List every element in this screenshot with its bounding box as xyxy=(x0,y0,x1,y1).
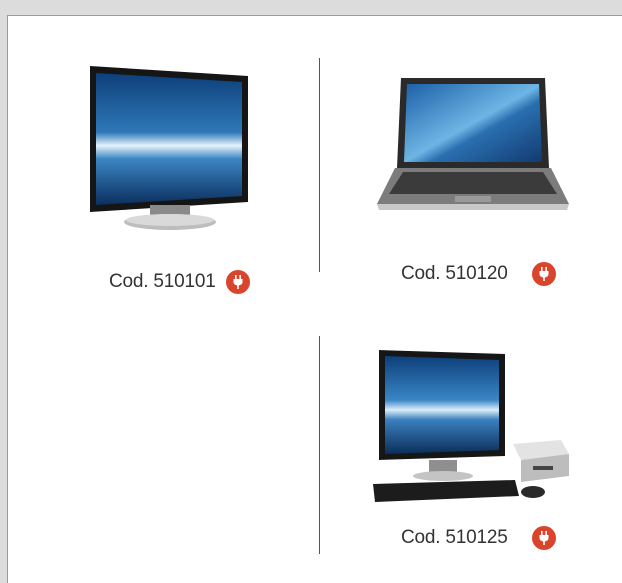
product-card-510125[interactable]: Cod. 510125 xyxy=(358,336,598,576)
product-code: Cod. 510125 xyxy=(401,527,508,548)
column-divider-top xyxy=(319,58,320,272)
monitor-image xyxy=(90,66,248,230)
laptop-image xyxy=(377,78,569,210)
product-caption: Cod. 510125 xyxy=(401,526,556,550)
product-caption: Cod. 510120 xyxy=(401,262,556,286)
product-caption: Cod. 510101 xyxy=(109,270,250,294)
plug-icon[interactable] xyxy=(225,270,250,294)
product-card-510120[interactable]: Cod. 510120 xyxy=(368,44,588,294)
column-divider-bottom xyxy=(319,336,320,554)
plug-icon[interactable] xyxy=(531,526,556,550)
product-code: Cod. 510101 xyxy=(109,271,216,292)
product-card-510101[interactable]: Cod. 510101 xyxy=(60,44,260,294)
plug-icon[interactable] xyxy=(531,262,556,286)
desktop-pc-image xyxy=(373,350,569,502)
product-code: Cod. 510120 xyxy=(401,263,508,284)
product-panel: Cod. 510101 Cod. 510120 Cod. 510125 xyxy=(7,15,622,583)
